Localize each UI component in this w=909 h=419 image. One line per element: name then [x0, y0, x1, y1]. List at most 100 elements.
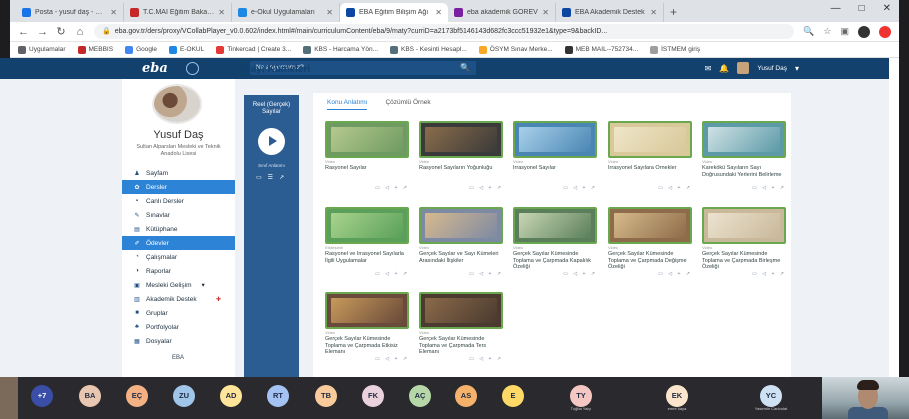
sidebar-item[interactable]: ✐ Ödevler [122, 236, 235, 250]
participant-avatar[interactable]: RT [267, 385, 289, 407]
sidebar-item[interactable]: ♟ Sayfam [122, 166, 235, 180]
card-action-icons[interactable]: ▭ ◁ + ↗ [419, 356, 505, 362]
sidebar-item[interactable]: ◑ Raporlar [122, 264, 235, 278]
participant-avatar[interactable]: FK [362, 385, 384, 407]
user-name[interactable]: Yusuf Daş [757, 65, 787, 72]
content-title[interactable]: Gerçek Sayılar Kümesinde Toplama ve Çarp… [325, 336, 411, 356]
participant-avatar[interactable]: E [502, 385, 524, 407]
bookmark-item[interactable]: MEB MAIL--752734... [564, 45, 638, 54]
participant-avatar[interactable]: EK [666, 385, 688, 407]
avatar[interactable] [152, 84, 202, 124]
participant-avatar[interactable]: BA [79, 385, 101, 407]
url-field[interactable]: 🔒 eba.gov.tr/ders/proxy/VCollabPlayer_v0.… [94, 24, 795, 39]
participant-avatar[interactable]: AS [455, 385, 477, 407]
extension-icon[interactable]: ▣ [840, 26, 849, 37]
content-thumbnail[interactable] [419, 292, 503, 329]
content-thumbnail[interactable] [513, 121, 597, 158]
new-tab-button[interactable]: + [664, 3, 683, 22]
bookmark-item[interactable]: Uygulamalar [18, 45, 66, 54]
card-action-icons[interactable]: ▭ ◁ + ↗ [513, 271, 599, 277]
browser-tab[interactable]: EBA Akademik Destek ✕ [556, 3, 664, 22]
sidebar-item[interactable]: ♣ Portfolyolar [122, 320, 235, 334]
card-action-icons[interactable]: ▭ ◁ + ↗ [608, 185, 694, 191]
globe-icon[interactable] [186, 62, 199, 75]
share-icon[interactable]: ↗ [279, 174, 284, 181]
bookmark-item[interactable]: İSTMEM giriş [650, 45, 700, 54]
content-card[interactable]: Video Rasyonel Sayıların Yoğunluğu ▭ ◁ + ↗ [419, 121, 505, 199]
bookmark-item[interactable]: MEBBIS [77, 45, 113, 54]
maximize-button[interactable]: □ [859, 3, 865, 14]
content-card[interactable]: Video Gerçek Sayılar ve Sayı Kümeleri Ara… [419, 207, 505, 285]
browser-tab[interactable]: EBA Eğitim Bilişim Ağı ✕ [340, 3, 448, 22]
close-tab-icon[interactable]: ✕ [326, 8, 333, 17]
search-icon[interactable]: 🔍 [460, 61, 470, 75]
sidebar-item[interactable]: ▤ Kütüphane [122, 222, 235, 236]
participant-avatar[interactable]: AÇ [409, 385, 431, 407]
screen-icon[interactable]: ▭ [256, 174, 262, 181]
bookmark-item[interactable]: Tinkercad | Create 3... [216, 45, 291, 54]
content-card[interactable]: Video Rasyonel Sayılar ▭ ◁ + ↗ [325, 121, 411, 199]
participant-avatar[interactable]: +7 [31, 385, 53, 407]
content-title[interactable]: Gerçek Sayılar Kümesinde Toplama ve Çarp… [419, 336, 505, 356]
content-card[interactable]: Video İrrasyonel Sayılara Örnekler ▭ ◁ + ↗ [608, 121, 694, 199]
content-title[interactable]: Gerçek Sayılar ve Sayı Kümeleri Arasında… [419, 251, 505, 271]
content-card[interactable]: Video Gerçek Sayılar Kümesinde Toplama ve… [702, 207, 788, 285]
content-title[interactable]: Rasyonel ve İrrasyonel Sayılarla İlgili … [325, 251, 411, 271]
sidebar-item[interactable]: ▦ Dosyalar [122, 334, 235, 348]
star-icon[interactable]: ☆ [823, 26, 831, 37]
sidebar-item[interactable]: ▥ Akademik Destek ✚ [122, 292, 235, 306]
content-thumbnail[interactable] [419, 207, 503, 244]
reload-icon[interactable]: ↻ [56, 25, 66, 38]
content-title[interactable]: İrrasyonel Sayılar [513, 165, 599, 185]
sidebar-item[interactable]: ✎ Sınavlar [122, 208, 235, 222]
sidebar-item[interactable]: ◔ Çalışmalar [122, 250, 235, 264]
browser-tab[interactable]: T.C.MAİ Eğitim Bakanlı ✕ [124, 3, 232, 22]
minimize-button[interactable]: — [831, 3, 841, 14]
participant-avatar[interactable]: AD [220, 385, 242, 407]
back-icon[interactable]: ← [18, 26, 29, 38]
content-thumbnail[interactable] [513, 207, 597, 244]
participant-avatar[interactable]: ZU [173, 385, 195, 407]
content-title[interactable]: Gerçek Sayılar Kümesinde Toplama ve Çarp… [608, 251, 694, 271]
search-icon[interactable]: 🔍 [803, 26, 814, 37]
chevron-down-icon[interactable]: ▾ [795, 64, 799, 73]
content-title[interactable]: Karekökü Sayıların Sayı Doğrusundaki Yer… [702, 165, 788, 185]
browser-menu-icon[interactable] [879, 25, 891, 38]
bookmark-item[interactable]: KBS - Kesinti Hesapl... [390, 45, 467, 54]
content-card[interactable]: Video Gerçek Sayılar Kümesinde Toplama ve… [608, 207, 694, 285]
content-title[interactable]: Rasyonel Sayılar [325, 165, 411, 185]
bookmark-item[interactable]: KBS - Harcama Yön... [303, 45, 378, 54]
profile-icon[interactable] [858, 25, 870, 38]
content-thumbnail[interactable] [325, 121, 409, 158]
content-title[interactable]: İrrasyonel Sayılara Örnekler [608, 165, 694, 185]
participant-avatar[interactable]: TB [315, 385, 337, 407]
bookmark-item[interactable]: E-OKUL [169, 45, 204, 54]
content-thumbnail[interactable] [325, 207, 409, 244]
content-title[interactable]: Gerçek Sayılar Kümesinde Toplama ve Çarp… [702, 251, 788, 271]
card-action-icons[interactable]: ▭ ◁ + ↗ [608, 271, 694, 277]
play-button[interactable] [258, 128, 285, 155]
bookmark-item[interactable]: Google [125, 45, 157, 54]
content-title[interactable]: Rasyonel Sayıların Yoğunluğu [419, 165, 505, 185]
sidebar-item[interactable]: ▣ Mesleki Gelişim ▾ [122, 278, 235, 292]
participant-avatar[interactable]: EÇ [126, 385, 148, 407]
eba-logo[interactable]: eba [142, 61, 168, 76]
user-avatar-small[interactable] [737, 62, 750, 74]
sidebar-item[interactable]: ■ Gruplar [122, 306, 235, 320]
content-thumbnail[interactable] [419, 121, 503, 158]
content-thumbnail[interactable] [608, 121, 692, 158]
browser-tab[interactable]: Posta - yusuf daş - Out ✕ [16, 3, 124, 22]
content-card[interactable]: Video İrrasyonel Sayılar ▭ ◁ + ↗ [513, 121, 599, 199]
close-tab-icon[interactable]: ✕ [110, 8, 117, 17]
content-card[interactable]: Etkileşimli Rasyonel ve İrrasyonel Sayıla… [325, 207, 411, 285]
sidebar-item[interactable]: ✿ Dersler [122, 180, 235, 194]
tab-cozumlu-ornek[interactable]: Çözümlü Örnek [385, 99, 430, 110]
card-action-icons[interactable]: ▭ ◁ + ↗ [325, 356, 411, 362]
bookmark-item[interactable]: ÖSYM Sınav Merke... [478, 45, 553, 54]
card-action-icons[interactable]: ▭ ◁ + ↗ [419, 271, 505, 277]
close-tab-icon[interactable]: ✕ [218, 8, 225, 17]
content-card[interactable]: Video Karekökü Sayıların Sayı Doğrusundak… [702, 121, 788, 199]
content-thumbnail[interactable] [608, 207, 692, 244]
content-title[interactable]: Gerçek Sayılar Kümesinde Toplama ve Çarp… [513, 251, 599, 271]
content-thumbnail[interactable] [702, 207, 786, 244]
